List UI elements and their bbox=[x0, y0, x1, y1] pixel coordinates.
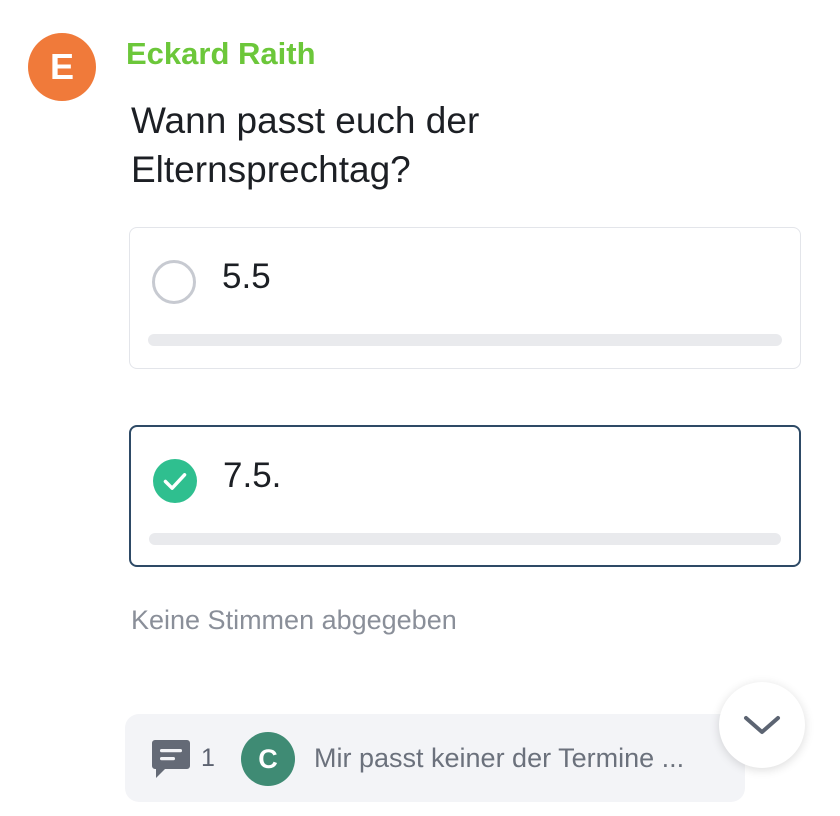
poll-option-7-5[interactable]: 7.5. bbox=[129, 425, 801, 567]
author-avatar[interactable]: E bbox=[28, 33, 96, 101]
author-name[interactable]: Eckard Raith bbox=[126, 36, 316, 72]
poll-option-label: 5.5 bbox=[222, 257, 271, 296]
vote-progress-bar bbox=[148, 334, 782, 346]
vote-progress-bar bbox=[149, 533, 781, 545]
poll-option-label: 7.5. bbox=[223, 456, 282, 495]
comment-preview-bar[interactable]: 1 C Mir passt keiner der Termine ... bbox=[125, 714, 745, 802]
poll-question: Wann passt euch der Elternsprechtag? bbox=[131, 100, 480, 190]
commenter-avatar: C bbox=[241, 732, 295, 786]
radio-unchecked-icon[interactable] bbox=[152, 260, 196, 304]
comment-line-2 bbox=[160, 757, 175, 761]
comment-preview-text: Mir passt keiner der Termine ... bbox=[314, 743, 685, 773]
commenter-avatar-letter: C bbox=[258, 743, 278, 774]
chevron-path bbox=[744, 716, 780, 734]
comment-line-1 bbox=[160, 749, 182, 753]
poll-option-5-5[interactable]: 5.5 bbox=[129, 227, 801, 369]
comment-count: 1 bbox=[201, 744, 215, 772]
check-circle-bg bbox=[153, 459, 197, 503]
check-circle-icon[interactable] bbox=[153, 459, 197, 503]
vote-count-text: Keine Stimmen abgegeben bbox=[131, 605, 457, 635]
author-avatar-letter: E bbox=[49, 46, 74, 87]
scroll-down-button[interactable] bbox=[719, 682, 805, 768]
chevron-down-icon bbox=[744, 716, 780, 734]
comment-icon bbox=[151, 738, 191, 780]
